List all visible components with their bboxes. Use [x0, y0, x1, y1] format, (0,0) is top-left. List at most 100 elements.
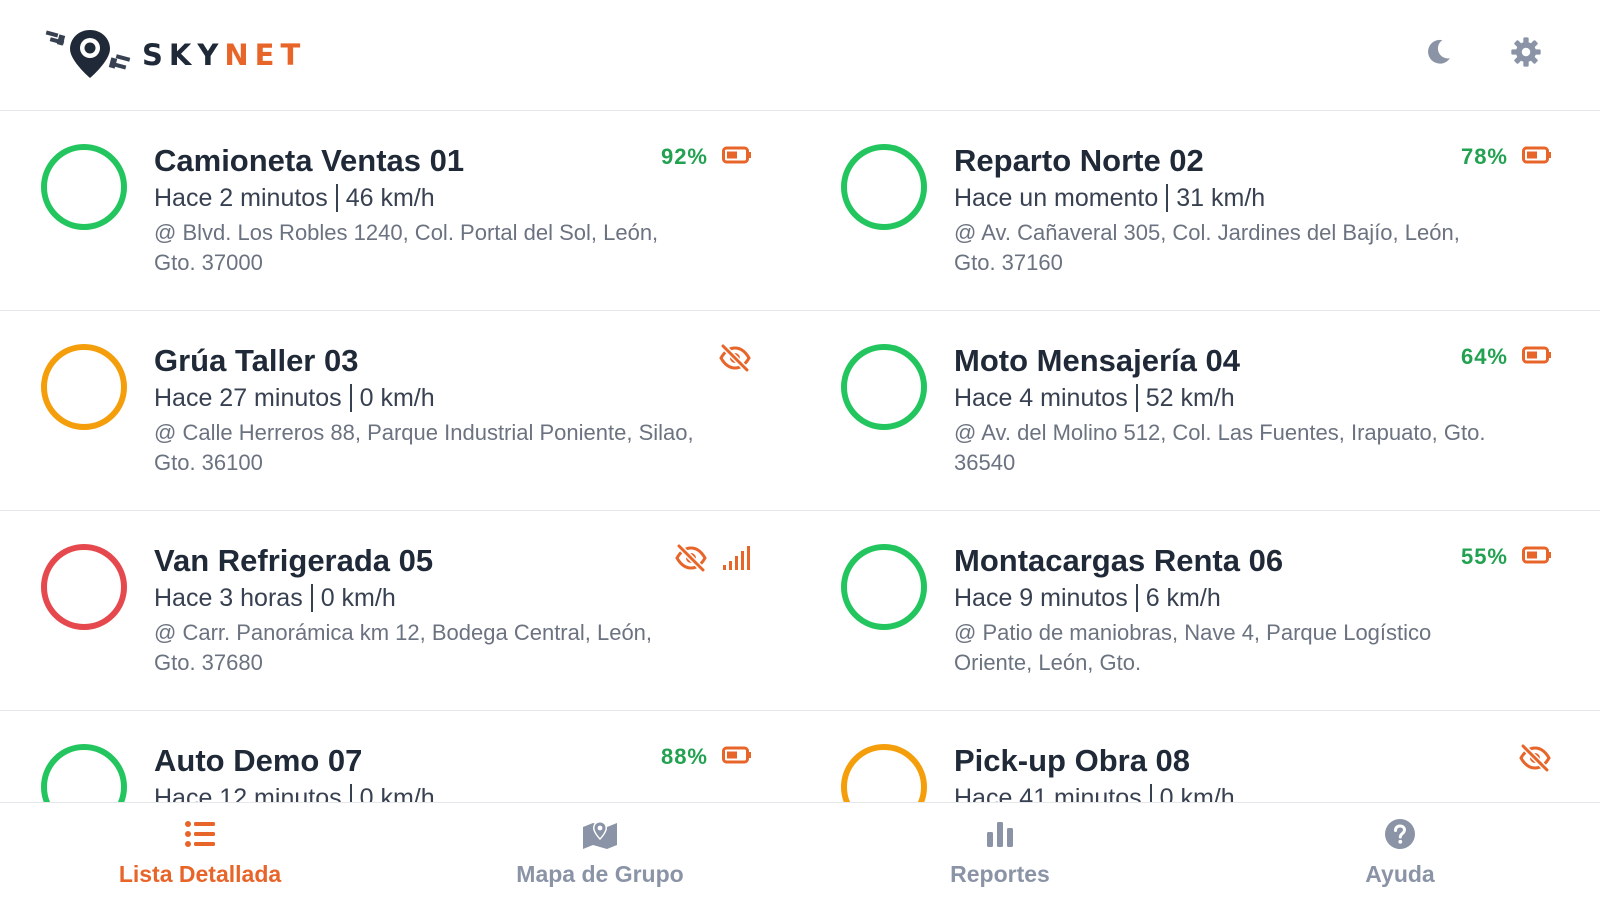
status-ring — [841, 744, 927, 802]
status-indicators — [674, 543, 752, 577]
map-pin-icon — [582, 817, 618, 851]
speed: 0 km/h — [320, 584, 396, 612]
vehicle-card[interactable]: Reparto Norte 02 Hace un momento 31 km/h … — [800, 111, 1600, 311]
last-update: Hace 41 minutos — [954, 784, 1142, 802]
last-update: Hace 12 minutos — [154, 784, 342, 802]
vehicle-meta: Hace 27 minutos 0 km/h — [154, 384, 435, 413]
bottom-nav: Lista Detallada Mapa de Grupo Reportes A… — [0, 802, 1600, 900]
status-ring — [841, 344, 927, 430]
vehicle-meta: Hace 9 minutos 6 km/h — [954, 584, 1221, 613]
status-ring — [841, 144, 927, 230]
vehicle-address: @ Av. del Molino 512, Col. Las Fuentes, … — [954, 420, 1486, 475]
vehicle-card[interactable]: Van Refrigerada 05 Hace 3 horas 0 km/h @ … — [0, 511, 800, 711]
vehicle-row: Camioneta Ventas 01 Hace 2 minutos 46 km/… — [0, 111, 1600, 311]
last-update: Hace 3 horas — [154, 584, 303, 612]
vehicle-row: Grúa Taller 03 Hace 27 minutos 0 km/h @ C… — [0, 311, 1600, 511]
vehicle-card[interactable]: Montacargas Renta 06 Hace 9 minutos 6 km/… — [800, 511, 1600, 711]
vehicle-row: Van Refrigerada 05 Hace 3 horas 0 km/h @ … — [0, 511, 1600, 711]
battery-percent: 78% — [1460, 144, 1508, 169]
battery-percent: 92% — [660, 144, 708, 169]
battery-icon — [722, 746, 752, 769]
speed: 6 km/h — [1145, 584, 1221, 612]
vehicle-name: Auto Demo 07 — [154, 743, 363, 778]
nav-item-lista-detallada[interactable]: Lista Detallada — [0, 803, 400, 900]
last-update: Hace 2 minutos — [154, 184, 328, 212]
last-update: Hace 4 minutos — [954, 384, 1128, 412]
speed: 0 km/h — [359, 384, 435, 412]
settings-button[interactable] — [1508, 36, 1544, 72]
status-indicators: 88% — [661, 744, 752, 770]
status-ring — [41, 344, 127, 430]
status-indicators: 64% — [1461, 344, 1552, 370]
vehicle-name: Reparto Norte 02 — [954, 143, 1204, 178]
app-header: SKYNET — [0, 0, 1600, 111]
status-indicators — [718, 343, 752, 377]
bar-chart-icon — [982, 817, 1018, 851]
status-ring — [41, 144, 127, 230]
vehicle-name: Camioneta Ventas 01 — [154, 143, 465, 178]
list-icon — [182, 817, 218, 851]
last-update: Hace 9 minutos — [954, 584, 1128, 612]
battery-percent: 55% — [1460, 544, 1508, 569]
battery-percent: 88% — [660, 744, 708, 769]
speed: 0 km/h — [1159, 784, 1235, 802]
vehicle-card[interactable]: Grúa Taller 03 Hace 27 minutos 0 km/h @ C… — [0, 311, 800, 511]
vehicle-name: Van Refrigerada 05 — [154, 543, 434, 578]
brand-name: SKYNET — [142, 38, 307, 72]
vehicle-card[interactable]: Moto Mensajería 04 Hace 4 minutos 52 km/h… — [800, 311, 1600, 511]
vehicle-row: Auto Demo 07 Hace 12 minutos 0 km/h 88% P… — [0, 711, 1600, 802]
eye-off-icon — [674, 543, 708, 577]
status-indicators — [1518, 743, 1552, 777]
nav-item-reportes[interactable]: Reportes — [800, 803, 1200, 900]
brand-logo[interactable]: SKYNET — [44, 26, 306, 80]
nav-label: Mapa de Grupo — [516, 861, 684, 887]
vehicle-card[interactable]: Pick-up Obra 08 Hace 41 minutos 0 km/h — [800, 711, 1600, 802]
theme-toggle-button[interactable] — [1420, 36, 1456, 72]
vehicle-card[interactable]: Camioneta Ventas 01 Hace 2 minutos 46 km/… — [0, 111, 800, 311]
vehicle-name: Moto Mensajería 04 — [954, 343, 1240, 378]
status-indicators: 55% — [1461, 544, 1552, 570]
battery-percent: 64% — [1460, 344, 1508, 369]
status-indicators: 92% — [661, 144, 752, 170]
speed: 31 km/h — [1176, 184, 1266, 212]
battery-icon — [1522, 146, 1552, 169]
nav-item-mapa-de-grupo[interactable]: Mapa de Grupo — [400, 803, 800, 900]
status-ring — [41, 744, 127, 802]
vehicle-meta: Hace 12 minutos 0 km/h — [154, 784, 435, 802]
signal-icon — [722, 545, 752, 576]
last-update: Hace un momento — [954, 184, 1159, 212]
vehicle-meta: Hace 2 minutos 46 km/h — [154, 184, 435, 213]
vehicle-meta: Hace 41 minutos 0 km/h — [954, 784, 1235, 802]
last-update: Hace 27 minutos — [154, 384, 342, 412]
nav-item-ayuda[interactable]: Ayuda — [1200, 803, 1600, 900]
vehicle-name: Montacargas Renta 06 — [954, 543, 1284, 578]
vehicle-address: @ Calle Herreros 88, Parque Industrial P… — [154, 420, 694, 475]
speed: 46 km/h — [345, 184, 435, 212]
vehicle-card[interactable]: Auto Demo 07 Hace 12 minutos 0 km/h 88% — [0, 711, 800, 802]
eye-off-icon — [1518, 743, 1552, 777]
nav-label: Reportes — [950, 861, 1050, 887]
battery-icon — [722, 146, 752, 169]
help-icon — [1382, 817, 1418, 851]
nav-label: Lista Detallada — [118, 861, 282, 887]
moon-icon — [1423, 37, 1453, 72]
satellite-pin-icon — [44, 26, 136, 80]
eye-off-icon — [718, 343, 752, 377]
speed: 0 km/h — [359, 784, 435, 802]
status-indicators: 78% — [1461, 144, 1552, 170]
gear-icon — [1510, 36, 1542, 73]
vehicle-meta: Hace 4 minutos 52 km/h — [954, 384, 1235, 413]
status-ring — [41, 544, 127, 630]
vehicle-address: @ Blvd. Los Robles 1240, Col. Portal del… — [154, 220, 659, 275]
vehicle-meta: Hace un momento 31 km/h — [954, 184, 1265, 213]
vehicle-name: Grúa Taller 03 — [154, 343, 359, 378]
vehicle-address: @ Patio de maniobras, Nave 4, Parque Log… — [954, 620, 1432, 675]
vehicle-address: @ Carr. Panorámica km 12, Bodega Central… — [154, 620, 653, 675]
vehicle-list[interactable]: Camioneta Ventas 01 Hace 2 minutos 46 km/… — [0, 111, 1600, 802]
status-ring — [841, 544, 927, 630]
speed: 52 km/h — [1145, 384, 1235, 412]
battery-icon — [1522, 546, 1552, 569]
vehicle-address: @ Av. Cañaveral 305, Col. Jardines del B… — [954, 220, 1460, 275]
battery-icon — [1522, 346, 1552, 369]
vehicle-name: Pick-up Obra 08 — [954, 743, 1191, 778]
